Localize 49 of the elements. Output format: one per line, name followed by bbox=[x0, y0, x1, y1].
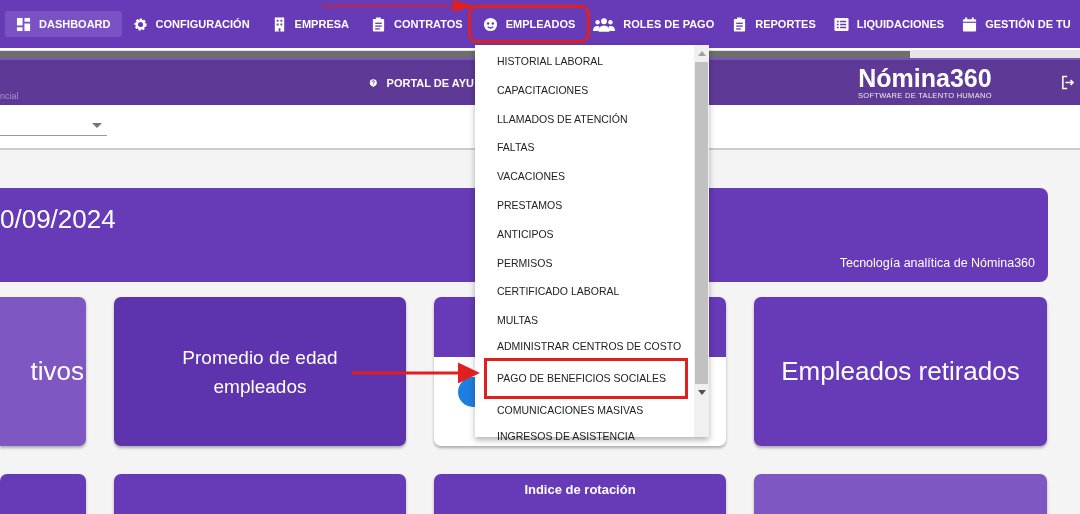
nav-tab[interactable]: LIQUIDACIONES bbox=[824, 11, 954, 37]
menu-item[interactable]: LLAMADOS DE ATENCIÓN bbox=[475, 104, 694, 134]
nav-tab[interactable]: DASHBOARD bbox=[5, 11, 122, 37]
nav-tab[interactable]: ROLES DE PAGO bbox=[584, 11, 724, 37]
menu-item[interactable]: VACACIONES bbox=[475, 162, 694, 191]
nav-tab[interactable]: EMPLEADOS bbox=[473, 11, 585, 37]
clipboard-icon bbox=[732, 16, 748, 32]
nav-tab[interactable]: CONTRATOS bbox=[360, 11, 474, 37]
menu-item[interactable]: HISTORIAL LABORAL bbox=[475, 47, 694, 76]
menu-item[interactable]: PRESTAMOS bbox=[475, 191, 694, 220]
nav-tab[interactable]: GESTIÓN DE TU bbox=[953, 11, 1080, 37]
menu-item[interactable]: ADMINISTRAR CENTROS DE COSTO bbox=[475, 334, 694, 358]
menu-item[interactable]: CERTIFICADO LABORAL bbox=[475, 277, 694, 307]
gear-icon bbox=[132, 16, 148, 32]
people-icon bbox=[593, 16, 616, 32]
dashboard-icon bbox=[16, 16, 31, 32]
menu-item[interactable]: CAPACITACIONES bbox=[475, 75, 694, 105]
calendar-icon bbox=[962, 16, 978, 32]
caption-text: Tecnología analítica de Nómina360 bbox=[839, 256, 1035, 270]
card-title: Empleados retirados bbox=[780, 356, 1021, 387]
menu-item[interactable]: PERMISOS bbox=[475, 248, 694, 278]
card-title: Indice de rotación bbox=[523, 482, 637, 497]
subtitle-text: ncial bbox=[0, 91, 19, 101]
menu-item[interactable]: ANTICIPOS bbox=[475, 219, 694, 249]
logout-icon[interactable] bbox=[1061, 75, 1074, 90]
scrollbar[interactable] bbox=[694, 45, 709, 437]
menu-item[interactable]: PAGO DE BENEFICIOS SOCIALES bbox=[484, 357, 688, 399]
menu-item[interactable]: INGRESOS DE ASISTENCIA bbox=[475, 421, 694, 451]
stat-card[interactable]: Empleados retirados bbox=[754, 297, 1047, 446]
stat-card[interactable]: Promedio de edad empleados bbox=[114, 297, 406, 446]
nav-tab[interactable]: REPORTES bbox=[723, 11, 825, 37]
scroll-down-icon[interactable] bbox=[697, 390, 706, 395]
nav-tab[interactable]: EMPRESA bbox=[260, 11, 360, 37]
nav-tab[interactable]: CONFIGURACIÓN bbox=[121, 11, 261, 37]
stat-card[interactable]: Indice de rotación bbox=[434, 474, 726, 514]
stat-card[interactable]: tivos bbox=[0, 297, 86, 446]
help-link[interactable]: PORTAL DE AYU bbox=[369, 75, 474, 90]
scroll-up-icon[interactable] bbox=[697, 51, 706, 56]
menu-item[interactable]: FALTAS bbox=[475, 133, 694, 163]
card-title: Promedio de edad empleados bbox=[181, 345, 339, 399]
menu-item[interactable]: COMUNICACIONES MASIVAS bbox=[475, 398, 694, 422]
caret-icon bbox=[92, 123, 102, 128]
face-icon bbox=[482, 16, 498, 32]
list-icon bbox=[833, 16, 849, 32]
menu-item[interactable]: MULTAS bbox=[475, 306, 694, 335]
date-text: 0/09/2024 bbox=[0, 204, 116, 235]
clipboard-icon bbox=[371, 16, 386, 32]
card-title: tivos bbox=[30, 356, 85, 387]
logo-wordmark: Nómina360 bbox=[858, 65, 992, 91]
